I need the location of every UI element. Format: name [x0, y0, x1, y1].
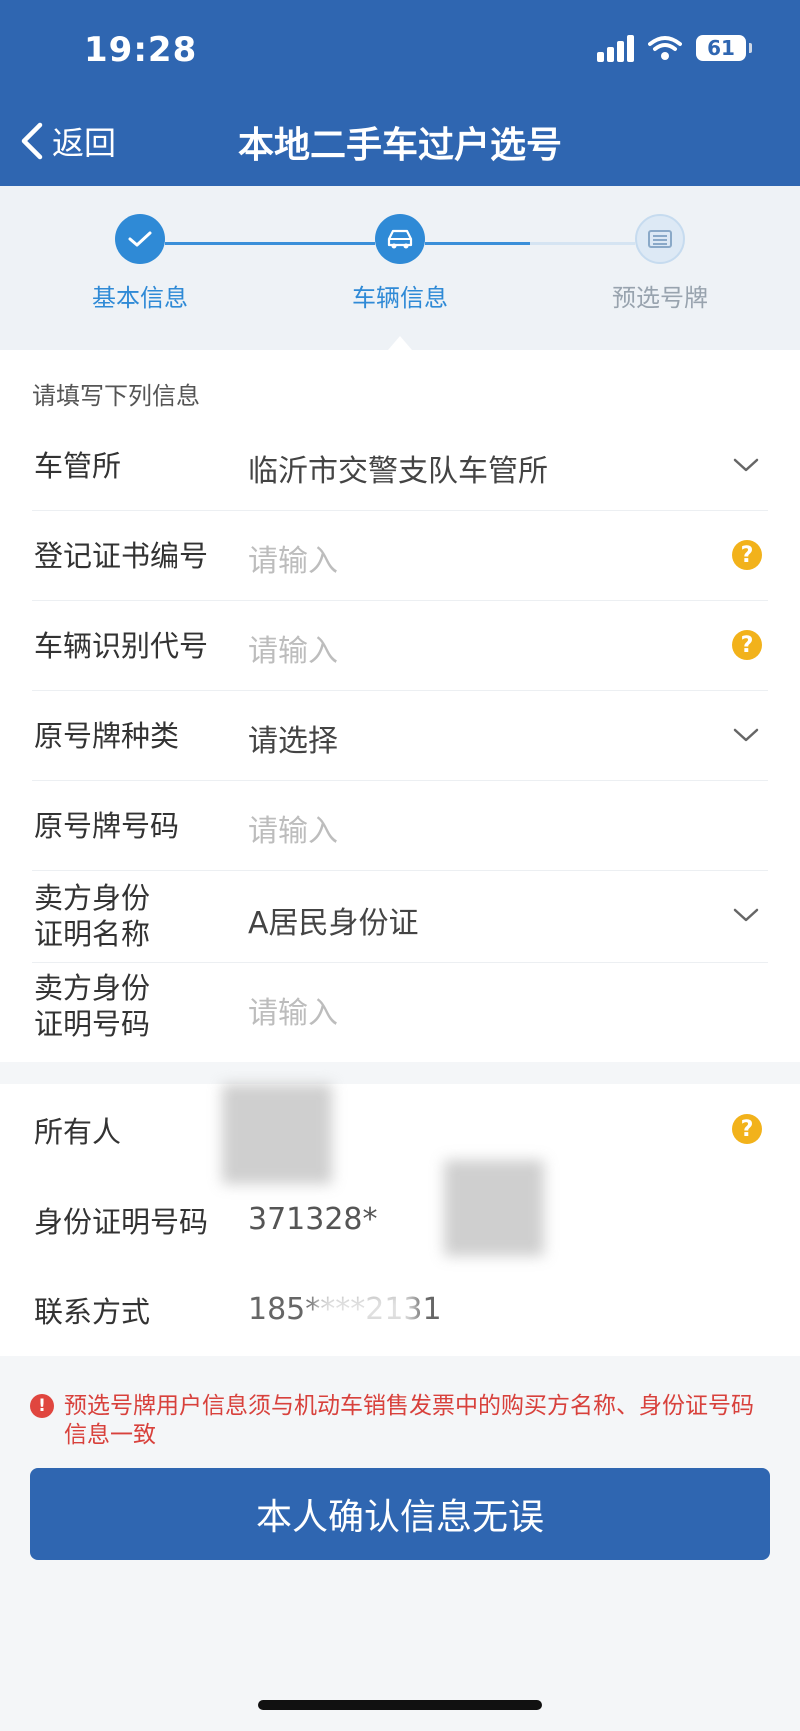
form-hint: 请填写下列信息 [32, 382, 200, 410]
field-label: 卖方身份 证明号码 [34, 970, 150, 1042]
field-label-line: 证明号码 [34, 1007, 151, 1041]
field-label-line: 卖方身份 [34, 971, 151, 1005]
seller-id-number-field[interactable]: 卖方身份 证明号码 请输入 [32, 962, 768, 1052]
car-icon [375, 214, 425, 264]
step-label: 车辆信息 [352, 284, 448, 312]
notice-text: 预选号牌用户信息须与机动车销售发票中的购买方名称、身份证号码信息一致 [64, 1393, 754, 1448]
field-placeholder: 请输入 [248, 814, 338, 849]
chevron-down-icon [733, 728, 759, 742]
field-label-line: 证明名称 [34, 917, 151, 951]
field-value: 临沂市交警支队车管所 [248, 454, 548, 489]
chevron-down-icon [733, 458, 759, 472]
redacted-id [444, 1160, 544, 1256]
field-placeholder: 请输入 [248, 634, 338, 669]
field-label-line: 卖方身份 [34, 881, 151, 915]
step-vehicle-info: 车辆信息 [300, 214, 500, 313]
owner-name-row: 所有人 ? [32, 1084, 768, 1184]
home-indicator [258, 1700, 542, 1710]
vin-field[interactable]: 车辆识别代号 请输入 ? [32, 600, 768, 691]
original-plate-number-field[interactable]: 原号牌号码 请输入 [32, 780, 768, 871]
license-plate-icon [635, 214, 685, 264]
field-label: 身份证明号码 [34, 1205, 209, 1239]
field-placeholder: 请输入 [248, 996, 338, 1031]
header-bar: 19:28 61 返回 本地二手车过户选号 [0, 0, 800, 186]
step-pointer [388, 336, 412, 350]
owner-contact-row: 联系方式 185****2131 [32, 1266, 768, 1356]
owner-id-row: 身份证明号码 371328* [32, 1160, 768, 1266]
field-value: A居民身份证 [248, 906, 419, 941]
seller-id-type-select[interactable]: 卖方身份 证明名称 A居民身份证 [32, 870, 768, 963]
field-value: 371328* [248, 1202, 378, 1237]
field-label: 卖方身份 证明名称 [34, 880, 150, 952]
check-icon [115, 214, 165, 264]
wifi-icon [648, 36, 682, 60]
field-label: 原号牌号码 [34, 809, 180, 843]
status-time: 19:28 [84, 30, 198, 70]
redacted-contact [316, 1290, 416, 1330]
original-plate-type-select[interactable]: 原号牌种类 请选择 [32, 690, 768, 781]
status-icons: 61 [597, 34, 752, 62]
vehicle-form: 请填写下列信息 车管所 临沂市交警支队车管所 登记证书编号 请输入 ? 车辆识别… [0, 350, 800, 1062]
progress-steps: 基本信息 车辆信息 预选号牌 [0, 186, 800, 350]
battery-icon: 61 [696, 35, 752, 61]
page-title: 本地二手车过户选号 [237, 125, 562, 166]
chevron-down-icon [733, 908, 759, 922]
step-basic-info: 基本信息 [40, 214, 240, 313]
step-label: 基本信息 [92, 284, 188, 312]
step-label: 预选号牌 [612, 284, 708, 312]
info-icon: ! [30, 1394, 54, 1418]
owner-info-section: 所有人 ? 身份证明号码 371328* 联系方式 185****2131 [0, 1084, 800, 1356]
notice: ! 预选号牌用户信息须与机动车销售发票中的购买方名称、身份证号码信息一致 [30, 1392, 770, 1450]
field-value: 请选择 [248, 724, 338, 759]
redacted-name [222, 1084, 332, 1184]
registration-cert-number-field[interactable]: 登记证书编号 请输入 ? [32, 510, 768, 601]
field-label: 所有人 [34, 1115, 122, 1149]
confirm-button[interactable]: 本人确认信息无误 [30, 1468, 770, 1560]
help-icon[interactable]: ? [732, 630, 762, 660]
vehicle-office-select[interactable]: 车管所 临沂市交警支队车管所 [32, 422, 768, 511]
field-label: 联系方式 [34, 1295, 151, 1329]
signal-icon [597, 34, 634, 62]
help-icon[interactable]: ? [732, 540, 762, 570]
step-plate-preselect: 预选号牌 [560, 214, 760, 313]
field-label: 原号牌种类 [34, 719, 180, 753]
field-placeholder: 请输入 [248, 544, 338, 579]
help-icon[interactable]: ? [732, 1114, 762, 1144]
field-label: 车管所 [34, 449, 122, 483]
field-label: 车辆识别代号 [34, 629, 209, 663]
field-label: 登记证书编号 [34, 539, 209, 573]
